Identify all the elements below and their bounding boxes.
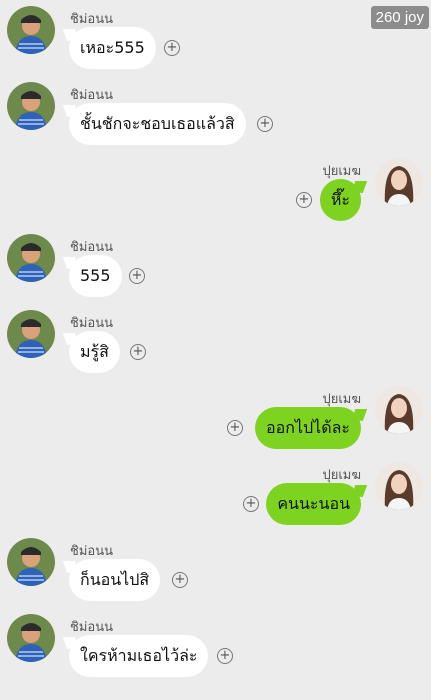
coin-badge: 260 joy: [370, 6, 429, 29]
sender-name: ชิม่อนน: [70, 620, 113, 635]
message-bubble[interactable]: ใครห้ามเธอไว้ล่ะ: [69, 635, 209, 677]
message-bubble[interactable]: 555: [69, 255, 122, 297]
message-bubble[interactable]: ชั้นชักจะชอบเธอแล้วสิ: [69, 103, 246, 145]
add-reaction-icon[interactable]: +: [164, 40, 180, 56]
sender-name: ชิม่อนน: [70, 316, 113, 331]
message-bubble[interactable]: หึ๊ะ: [319, 179, 361, 221]
add-reaction-icon[interactable]: +: [130, 344, 146, 360]
avatar[interactable]: [375, 462, 423, 510]
avatar[interactable]: [7, 82, 55, 130]
add-reaction-icon[interactable]: +: [257, 116, 273, 132]
message-bubble[interactable]: ก็นอนไปสิ: [69, 559, 161, 601]
sender-name: ชิม่อนน: [70, 240, 113, 255]
sender-name: ปุยเมฆ: [322, 468, 361, 483]
avatar[interactable]: [7, 310, 55, 358]
avatar[interactable]: [7, 538, 55, 586]
sender-name: ปุยเมฆ: [322, 392, 361, 407]
add-reaction-icon[interactable]: +: [129, 268, 145, 284]
message-bubble[interactable]: มรู้สิ: [69, 331, 120, 373]
message-bubble[interactable]: ออกไปได้ละ: [255, 407, 361, 449]
avatar[interactable]: [375, 386, 423, 434]
avatar[interactable]: [7, 234, 55, 282]
chat-area: ชิม่อนน เหอะ555 + ชิม่อนน ชั้นชักจะชอบเธ…: [0, 0, 431, 700]
add-reaction-icon[interactable]: +: [243, 496, 259, 512]
message-bubble[interactable]: คนนะนอน: [266, 483, 361, 525]
sender-name: ชิม่อนน: [70, 544, 113, 559]
add-reaction-icon[interactable]: +: [296, 192, 312, 208]
add-reaction-icon[interactable]: +: [227, 420, 243, 436]
avatar[interactable]: [7, 614, 55, 662]
message-bubble[interactable]: เหอะ555: [69, 27, 156, 69]
sender-name: ชิม่อนน: [70, 88, 113, 103]
add-reaction-icon[interactable]: +: [217, 648, 233, 664]
avatar[interactable]: [7, 6, 55, 54]
sender-name: ปุยเมฆ: [322, 164, 361, 179]
sender-name: ชิม่อนน: [70, 12, 113, 27]
avatar[interactable]: [375, 158, 423, 206]
add-reaction-icon[interactable]: +: [172, 572, 188, 588]
